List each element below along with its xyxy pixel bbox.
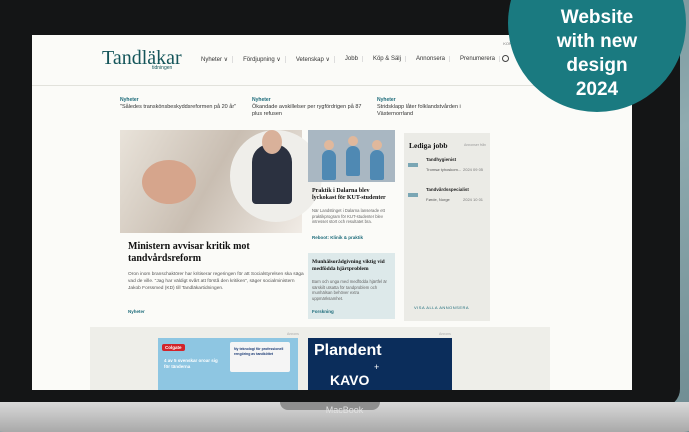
ad2-sub: KAVO <box>330 372 370 388</box>
job-place: Førde, Norge <box>426 197 450 202</box>
job-place: Tromsø tyhoskom... <box>426 167 462 172</box>
card2-title[interactable]: Praktik i Dalarna blev lyckokast för KUT… <box>312 188 394 202</box>
main-nav: Nyheter ∨ Fördjupning ∨ Vetenskap ∨ Jobb… <box>197 50 501 68</box>
nav-item-annonsera[interactable]: Annonsera <box>412 56 450 62</box>
main-tag[interactable]: Nyheter <box>128 309 145 314</box>
nav-item-jobb[interactable]: Jobb <box>341 56 363 62</box>
promo-badge-text: Website with new design 2024 <box>508 6 686 102</box>
ad1-text: 4 av 5 svenskar oroar sig för tänderna <box>164 358 218 369</box>
employer-logo <box>408 193 418 197</box>
person-head <box>372 140 382 150</box>
nav-item-nyheter[interactable]: Nyheter ∨ <box>197 55 234 63</box>
card2-tag[interactable]: Reboot: Klinik & praktik <box>312 235 363 240</box>
ad-label: Annons <box>287 332 299 336</box>
ad2-plus: + <box>374 362 380 372</box>
strip-title[interactable]: Ökandade avskillelser per rygfördrigen p… <box>252 104 361 117</box>
person-figure <box>346 146 360 176</box>
card3-text: Barn och unga med medfödda hjärtfel är s… <box>312 279 387 301</box>
card2-text: När Landstinget i Dalarna lanserade ett … <box>312 208 385 224</box>
strip-item[interactable]: Nyheter Ökandade avskillelser per rygför… <box>252 97 372 118</box>
job-name: Tandhygienist <box>426 157 457 162</box>
badge-line: 2024 <box>575 79 619 100</box>
jobs-all-link[interactable]: VISA ALLA ANNONSERA <box>414 305 469 310</box>
device-brand: MacBook <box>325 405 364 415</box>
employer-logo <box>408 163 418 167</box>
card3[interactable]: Munhälsorådgivning viktig vid medfödda h… <box>308 253 395 319</box>
job-date: 2024 09 05 <box>463 167 484 172</box>
strip-category: Nyheter <box>120 97 139 103</box>
badge-line: with new <box>556 31 638 52</box>
minister-head <box>262 130 282 154</box>
ad1-box: Ny teknologi för professionell rengöring… <box>230 342 290 372</box>
card3-tag[interactable]: Forskning <box>312 309 334 314</box>
main-lead: Oron inom branschaktörer har kritiserar … <box>128 272 304 291</box>
strip-title[interactable]: Stridsklapp låter folklandstvården i Väs… <box>377 104 461 117</box>
site-logo-sub: tidningen <box>152 65 173 71</box>
ad-plandent[interactable]: Plandent + KAVO <box>308 338 452 390</box>
nav-item-kop-salj[interactable]: Köp & Sälj <box>369 56 406 62</box>
job-date: 2024 10 01 <box>463 197 484 202</box>
person-head <box>348 136 358 146</box>
main-headline[interactable]: Ministern avvisar kritik mot tandvårdsre… <box>128 241 308 265</box>
strip-category: Nyheter <box>252 97 271 103</box>
strip-title[interactable]: "Således transkönsbeskyddsreformen på 20… <box>120 104 236 110</box>
strip-item[interactable]: Nyheter Stridsklapp låter folklandstvård… <box>377 97 497 118</box>
person-figure <box>322 150 336 180</box>
person-head <box>324 140 334 150</box>
ad2-title: Plandent <box>314 342 382 359</box>
badge-line: design <box>566 55 628 76</box>
person-figure <box>370 150 384 180</box>
card2-image[interactable] <box>308 130 395 182</box>
jobs-title: Lediga jobb <box>409 141 448 150</box>
hero-image[interactable] <box>120 130 322 233</box>
nav-item-fordjupning[interactable]: Fördjupning ∨ <box>239 55 286 63</box>
jobs-panel: Lediga jobb Annonser från Tandhygienist … <box>404 133 490 321</box>
nav-item-vetenskap[interactable]: Vetenskap ∨ <box>292 55 335 63</box>
ad1-box-text: Ny teknologi för professionell rengöring… <box>234 347 284 356</box>
job-listing[interactable]: Tandhygienist Tromsø tyhoskom... 2024 09… <box>408 155 488 179</box>
ad-label: Annons <box>439 332 451 336</box>
job-name: Tandvårdsspecialist <box>426 187 469 192</box>
badge-line: Website <box>560 7 634 28</box>
patient-photo <box>142 160 196 204</box>
strip-category: Nyheter <box>377 97 396 103</box>
job-listing[interactable]: Tandvårdsspecialist Førde, Norge 2024 10… <box>408 185 488 209</box>
card3-title[interactable]: Munhälsorådgivning viktig vid medfödda h… <box>312 259 390 272</box>
jobs-meta: Annonser från <box>464 143 486 147</box>
ad1-brand: Colgate <box>162 344 185 351</box>
ad-colgate[interactable]: Colgate 4 av 5 svenskar oroar sig för tä… <box>158 338 298 390</box>
strip-item[interactable]: Nyheter "Således transkönsbeskyddsreform… <box>120 97 240 111</box>
nav-item-prenumerera[interactable]: Prenumerera <box>456 56 501 62</box>
